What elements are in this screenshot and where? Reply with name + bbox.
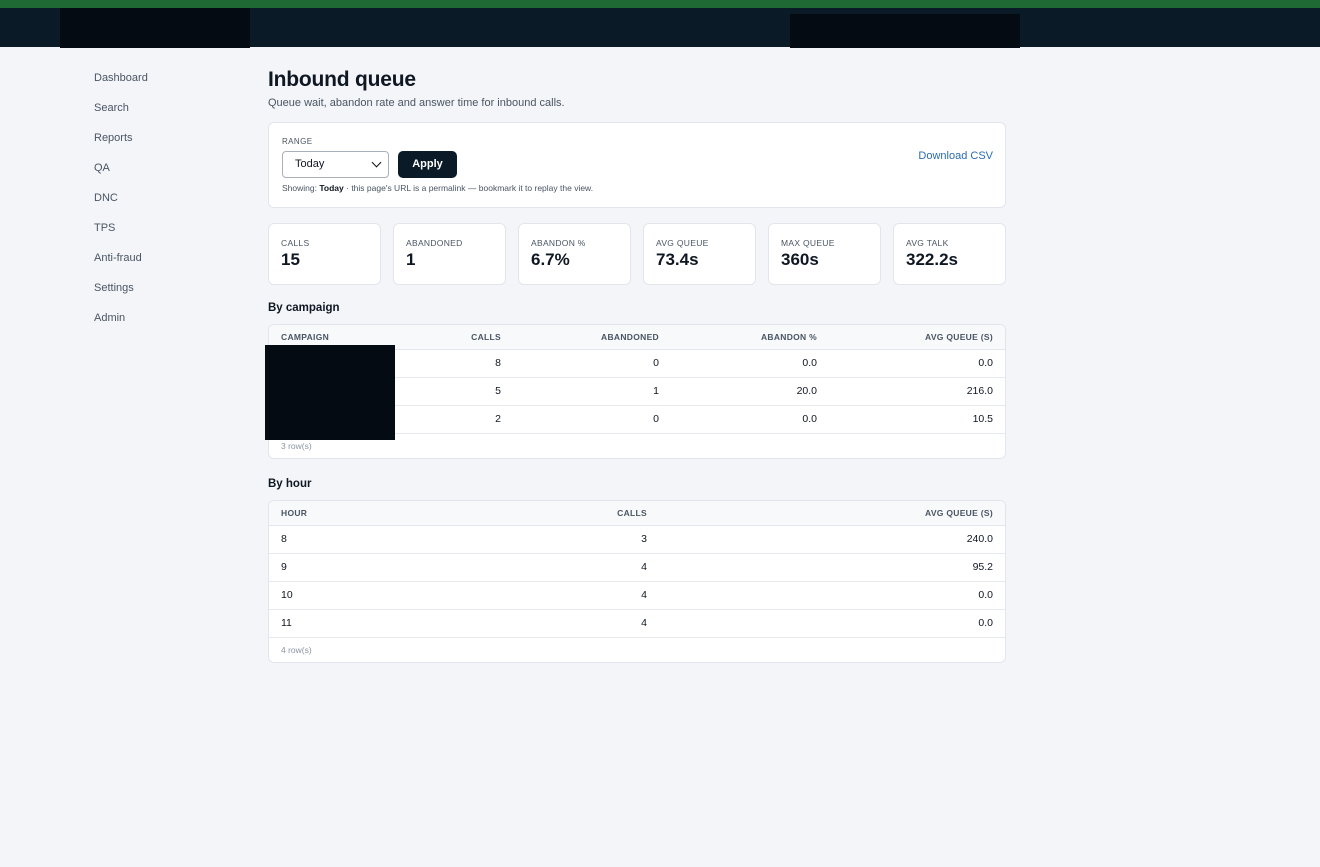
showing-suffix: · this page's URL is a permalink — bookm…: [346, 183, 594, 193]
chevron-down-icon: [371, 157, 382, 168]
sidebar-item-dnc[interactable]: DNC: [94, 190, 244, 220]
cell-abandon-pct: 20.0: [671, 377, 829, 406]
redacted-campaign-names: [265, 345, 395, 440]
download-csv-link[interactable]: Download CSV: [918, 150, 993, 162]
stat-label: AVG QUEUE: [656, 238, 709, 248]
sidebar-item-anti-fraud[interactable]: Anti-fraud: [94, 250, 244, 280]
section-title-by-campaign: By campaign: [268, 302, 340, 314]
showing-prefix: Showing:: [282, 183, 317, 193]
filter-card: RANGE Today Apply Showing: Today · this …: [268, 122, 1006, 208]
redacted-user-area: [790, 14, 1020, 48]
cell-avg-queue: 10.5: [829, 405, 1005, 434]
cell-avg-queue: 216.0: [829, 377, 1005, 406]
showing-value: Today: [319, 183, 344, 193]
cell-avg-queue: 0.0: [659, 609, 1005, 638]
stat-card-avg-talk: AVG TALK 322.2s: [893, 223, 1006, 285]
cell-calls: 4: [389, 581, 659, 610]
section-title-by-hour: By hour: [268, 478, 312, 490]
stat-card-max-queue: MAX QUEUE 360s: [768, 223, 881, 285]
top-header-bar: [0, 8, 1320, 48]
hour-table: HOUR CALLS AVG QUEUE (S) 8 3 240.0 9 4 9…: [269, 501, 1005, 638]
stat-value: 73.4s: [656, 250, 699, 269]
column-header-hour: HOUR: [269, 501, 389, 526]
stat-label: ABANDON %: [531, 238, 586, 248]
sidebar-item-reports[interactable]: Reports: [94, 130, 244, 160]
cell-calls: 4: [389, 553, 659, 582]
cell-abandoned: 1: [513, 377, 671, 406]
cell-hour: 11: [269, 609, 389, 638]
hour-table-card: HOUR CALLS AVG QUEUE (S) 8 3 240.0 9 4 9…: [268, 500, 1006, 663]
row-count: 4 row(s): [281, 644, 312, 655]
table-row: 9 4 95.2: [269, 553, 1005, 582]
sidebar-item-tps[interactable]: TPS: [94, 220, 244, 250]
page-title: Inbound queue: [268, 68, 416, 91]
range-label: RANGE: [282, 137, 313, 146]
sidebar-item-settings[interactable]: Settings: [94, 280, 244, 310]
cell-calls: 5: [389, 377, 513, 406]
column-header-calls: CALLS: [389, 501, 659, 526]
table-row: 10 4 0.0: [269, 581, 1005, 610]
cell-calls: 8: [389, 349, 513, 378]
range-select-value: Today: [295, 158, 325, 170]
apply-button[interactable]: Apply: [398, 151, 457, 178]
stat-value: 6.7%: [531, 250, 570, 269]
table-header-row: HOUR CALLS AVG QUEUE (S): [269, 501, 1005, 526]
stat-label: AVG TALK: [906, 238, 949, 248]
column-header-calls: CALLS: [389, 325, 513, 350]
header-accent-stripe: [0, 0, 1320, 8]
main-content: Inbound queue Queue wait, abandon rate a…: [268, 66, 1006, 663]
sidebar-item-search[interactable]: Search: [94, 100, 244, 130]
stat-card-abandon-pct: ABANDON % 6.7%: [518, 223, 631, 285]
column-header-avg-queue: AVG QUEUE (S): [659, 501, 1005, 526]
stats-row: CALLS 15 ABANDONED 1 ABANDON % 6.7% AVG …: [268, 223, 1006, 285]
redacted-logo-area: [60, 8, 250, 48]
cell-avg-queue: 0.0: [659, 581, 1005, 610]
stat-card-avg-queue: AVG QUEUE 73.4s: [643, 223, 756, 285]
stat-card-calls: CALLS 15: [268, 223, 381, 285]
sidebar-item-admin[interactable]: Admin: [94, 310, 244, 340]
cell-abandoned: 0: [513, 405, 671, 434]
cell-calls: 2: [389, 405, 513, 434]
stat-value: 322.2s: [906, 250, 958, 269]
stat-card-abandoned: ABANDONED 1: [393, 223, 506, 285]
stat-value: 360s: [781, 250, 819, 269]
cell-avg-queue: 240.0: [659, 525, 1005, 554]
cell-hour: 8: [269, 525, 389, 554]
cell-abandon-pct: 0.0: [671, 349, 829, 378]
sidebar-item-qa[interactable]: QA: [94, 160, 244, 190]
cell-hour: 10: [269, 581, 389, 610]
table-row: 8 3 240.0: [269, 525, 1005, 554]
column-header-avg-queue: AVG QUEUE (S): [829, 325, 1005, 350]
cell-abandoned: 0: [513, 349, 671, 378]
table-row: 11 4 0.0: [269, 609, 1005, 638]
cell-abandon-pct: 0.0: [671, 405, 829, 434]
sidebar-nav: Dashboard Search Reports QA DNC TPS Anti…: [94, 70, 244, 340]
cell-hour: 9: [269, 553, 389, 582]
showing-note: Showing: Today · this page's URL is a pe…: [282, 183, 593, 193]
column-header-abandon-pct: ABANDON %: [671, 325, 829, 350]
cell-calls: 3: [389, 525, 659, 554]
stat-value: 15: [281, 250, 300, 269]
range-select[interactable]: Today: [282, 151, 389, 178]
stat-value: 1: [406, 250, 416, 269]
column-header-abandoned: ABANDONED: [513, 325, 671, 350]
page-subtitle: Queue wait, abandon rate and answer time…: [268, 97, 565, 109]
cell-avg-queue: 95.2: [659, 553, 1005, 582]
stat-label: CALLS: [281, 238, 310, 248]
cell-avg-queue: 0.0: [829, 349, 1005, 378]
sidebar-item-dashboard[interactable]: Dashboard: [94, 70, 244, 100]
stat-label: ABANDONED: [406, 238, 463, 248]
stat-label: MAX QUEUE: [781, 238, 835, 248]
cell-calls: 4: [389, 609, 659, 638]
